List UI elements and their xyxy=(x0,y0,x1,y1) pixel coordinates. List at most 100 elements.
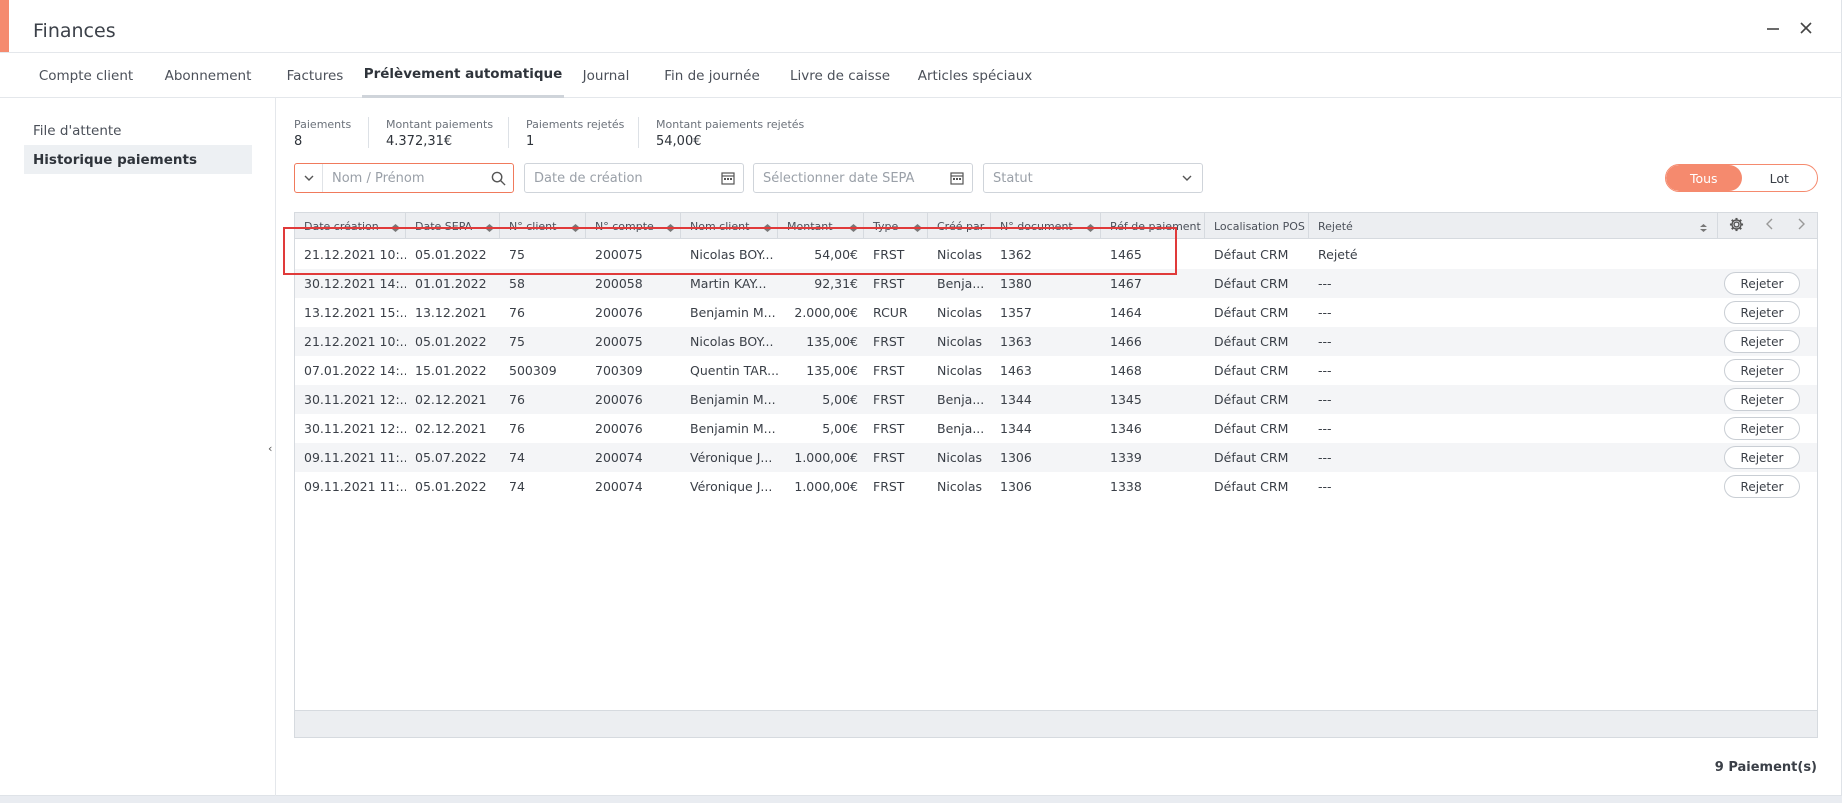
toggle-all[interactable]: Tous xyxy=(1666,165,1742,191)
close-icon[interactable] xyxy=(1794,16,1818,40)
table-cell: --- xyxy=(1318,392,1332,407)
reject-button[interactable]: Rejeter xyxy=(1724,446,1800,469)
finances-window: Finances Compte client Abonnement Factur… xyxy=(0,0,1842,796)
column-header[interactable]: Date création xyxy=(295,213,406,239)
column-header[interactable]: Créé par xyxy=(928,213,991,239)
table-cell: --- xyxy=(1318,450,1332,465)
table-cell: Nicolas xyxy=(937,334,982,349)
column-header[interactable]: Rejeté xyxy=(1309,213,1717,239)
table-cell: 200076 xyxy=(595,305,643,320)
chevron-down-icon[interactable] xyxy=(295,164,323,192)
table-cell: --- xyxy=(1318,479,1332,494)
minimize-icon[interactable] xyxy=(1761,16,1785,40)
table-cell: 30.12.2021 14:... xyxy=(304,276,406,291)
search-icon[interactable] xyxy=(483,164,513,192)
sidebar-item-file-attente[interactable]: File d'attente xyxy=(24,116,252,145)
column-header[interactable]: Montant xyxy=(778,213,864,239)
table-row[interactable]: 21.12.2021 10:... 05.01.2022 75 200075 Nicol… xyxy=(295,240,1817,269)
sort-icon[interactable] xyxy=(572,222,579,235)
reject-button[interactable]: Rejeter xyxy=(1724,388,1800,411)
sort-icon[interactable] xyxy=(667,222,674,235)
reject-button[interactable]: Rejeter xyxy=(1724,330,1800,353)
reject-button[interactable]: Rejeter xyxy=(1724,475,1800,498)
tab-livre-de-caisse[interactable]: Livre de caisse xyxy=(780,53,900,98)
sort-icon[interactable] xyxy=(850,222,857,235)
sepa-date-input[interactable]: Sélectionner date SEPA xyxy=(754,171,942,186)
table-cell: 74 xyxy=(509,450,525,465)
column-header[interactable]: Type xyxy=(864,213,928,239)
sort-icon[interactable] xyxy=(1087,222,1094,235)
table-cell: 1467 xyxy=(1110,276,1142,291)
table-cell: RCUR xyxy=(873,305,908,320)
stat-label: Montant paiements xyxy=(386,118,494,131)
table-row[interactable]: 21.12.2021 10:... 05.01.2022 75 200075 Nicol… xyxy=(295,327,1817,356)
stat-payments-amount: Montant paiements 4.372,31€ xyxy=(386,118,493,149)
tab-compte-client[interactable]: Compte client xyxy=(24,53,148,98)
table-row[interactable]: 07.01.2022 14:... 15.01.2022 500309 700309 Q… xyxy=(295,356,1817,385)
table-cell: --- xyxy=(1318,305,1332,320)
table-cell: Défaut CRM xyxy=(1214,450,1289,465)
status-select[interactable]: Statut xyxy=(983,163,1203,193)
table-cell: 135,00€ xyxy=(806,334,858,349)
toggle-batch[interactable]: Lot xyxy=(1742,165,1818,191)
tab-prelevement-automatique[interactable]: Prélèvement automatique xyxy=(362,53,564,98)
creation-date-input[interactable]: Date de création xyxy=(525,171,713,186)
table-cell: 1463 xyxy=(1000,363,1032,378)
table-row[interactable]: 09.11.2021 11:... 05.07.2022 74 200074 Véron… xyxy=(295,443,1817,472)
creation-date-field[interactable]: Date de création xyxy=(524,163,744,193)
stat-payments: Paiements 8 xyxy=(294,118,351,149)
reject-button[interactable]: Rejeter xyxy=(1724,359,1800,382)
search-field[interactable]: Nom / Prénom xyxy=(294,163,514,193)
column-header[interactable]: Réf de paiement xyxy=(1101,213,1205,239)
table-cell: Benjamin M... xyxy=(690,305,776,320)
table-row[interactable]: 30.12.2021 14:... 01.01.2022 58 200058 Marti… xyxy=(295,269,1817,298)
status-select-value[interactable]: Statut xyxy=(984,171,1172,186)
table-cell: 1363 xyxy=(1000,334,1032,349)
divider xyxy=(368,117,369,148)
chevron-right-icon[interactable] xyxy=(1796,218,1806,234)
gear-icon[interactable] xyxy=(1729,217,1744,236)
sepa-date-field[interactable]: Sélectionner date SEPA xyxy=(753,163,973,193)
column-header[interactable]: Date SEPA xyxy=(406,213,500,239)
table-cell: FRST xyxy=(873,276,905,291)
table-cell: 07.01.2022 14:... xyxy=(304,363,406,378)
tab-factures[interactable]: Factures xyxy=(272,53,358,98)
table-cell: 135,00€ xyxy=(806,363,858,378)
sort-icon[interactable] xyxy=(392,222,399,235)
table-cell: --- xyxy=(1318,276,1332,291)
table-cell: 500309 xyxy=(509,363,557,378)
reject-button[interactable]: Rejeter xyxy=(1724,272,1800,295)
tab-fin-de-journee[interactable]: Fin de journée xyxy=(650,53,774,98)
table-cell: Véronique J... xyxy=(690,450,773,465)
column-header[interactable]: Nom client xyxy=(681,213,778,239)
reject-button[interactable]: Rejeter xyxy=(1724,417,1800,440)
tab-abonnement[interactable]: Abonnement xyxy=(152,53,264,98)
table-row[interactable]: 09.11.2021 11:... 05.01.2022 74 200074 Véron… xyxy=(295,472,1817,501)
column-header[interactable]: N° compte xyxy=(586,213,681,239)
chevron-left-icon[interactable] xyxy=(1765,218,1775,234)
table-row[interactable]: 30.11.2021 12:... 02.12.2021 76 200076 Benja… xyxy=(295,414,1817,443)
sort-icon[interactable] xyxy=(914,222,921,235)
column-header[interactable]: Localisation POS xyxy=(1205,213,1309,239)
table-cell: 75 xyxy=(509,247,525,262)
sidebar-item-historique-paiements[interactable]: Historique paiements xyxy=(24,145,252,174)
sort-icon[interactable] xyxy=(486,222,493,235)
table-cell: FRST xyxy=(873,392,905,407)
sort-icon[interactable] xyxy=(1700,222,1707,235)
search-input[interactable]: Nom / Prénom xyxy=(323,171,483,186)
collapse-sidebar-icon[interactable]: ‹ xyxy=(268,442,272,455)
sort-icon[interactable] xyxy=(764,222,771,235)
tab-articles-speciaux[interactable]: Articles spéciaux xyxy=(906,53,1044,98)
chevron-down-icon[interactable] xyxy=(1172,164,1202,192)
tab-journal[interactable]: Journal xyxy=(568,53,644,98)
reject-button[interactable]: Rejeter xyxy=(1724,301,1800,324)
table-row[interactable]: 13.12.2021 15:... 13.12.2021 76 200076 Benja… xyxy=(295,298,1817,327)
table-cell: Défaut CRM xyxy=(1214,334,1289,349)
column-header[interactable]: N° document xyxy=(991,213,1101,239)
table-row[interactable]: 30.11.2021 12:... 02.12.2021 76 200076 Benja… xyxy=(295,385,1817,414)
stat-value: 4.372,31€ xyxy=(386,134,453,149)
table-cell: Benjamin M... xyxy=(690,392,776,407)
calendar-icon[interactable] xyxy=(713,164,743,192)
calendar-icon[interactable] xyxy=(942,164,972,192)
column-header[interactable]: N° client xyxy=(500,213,586,239)
